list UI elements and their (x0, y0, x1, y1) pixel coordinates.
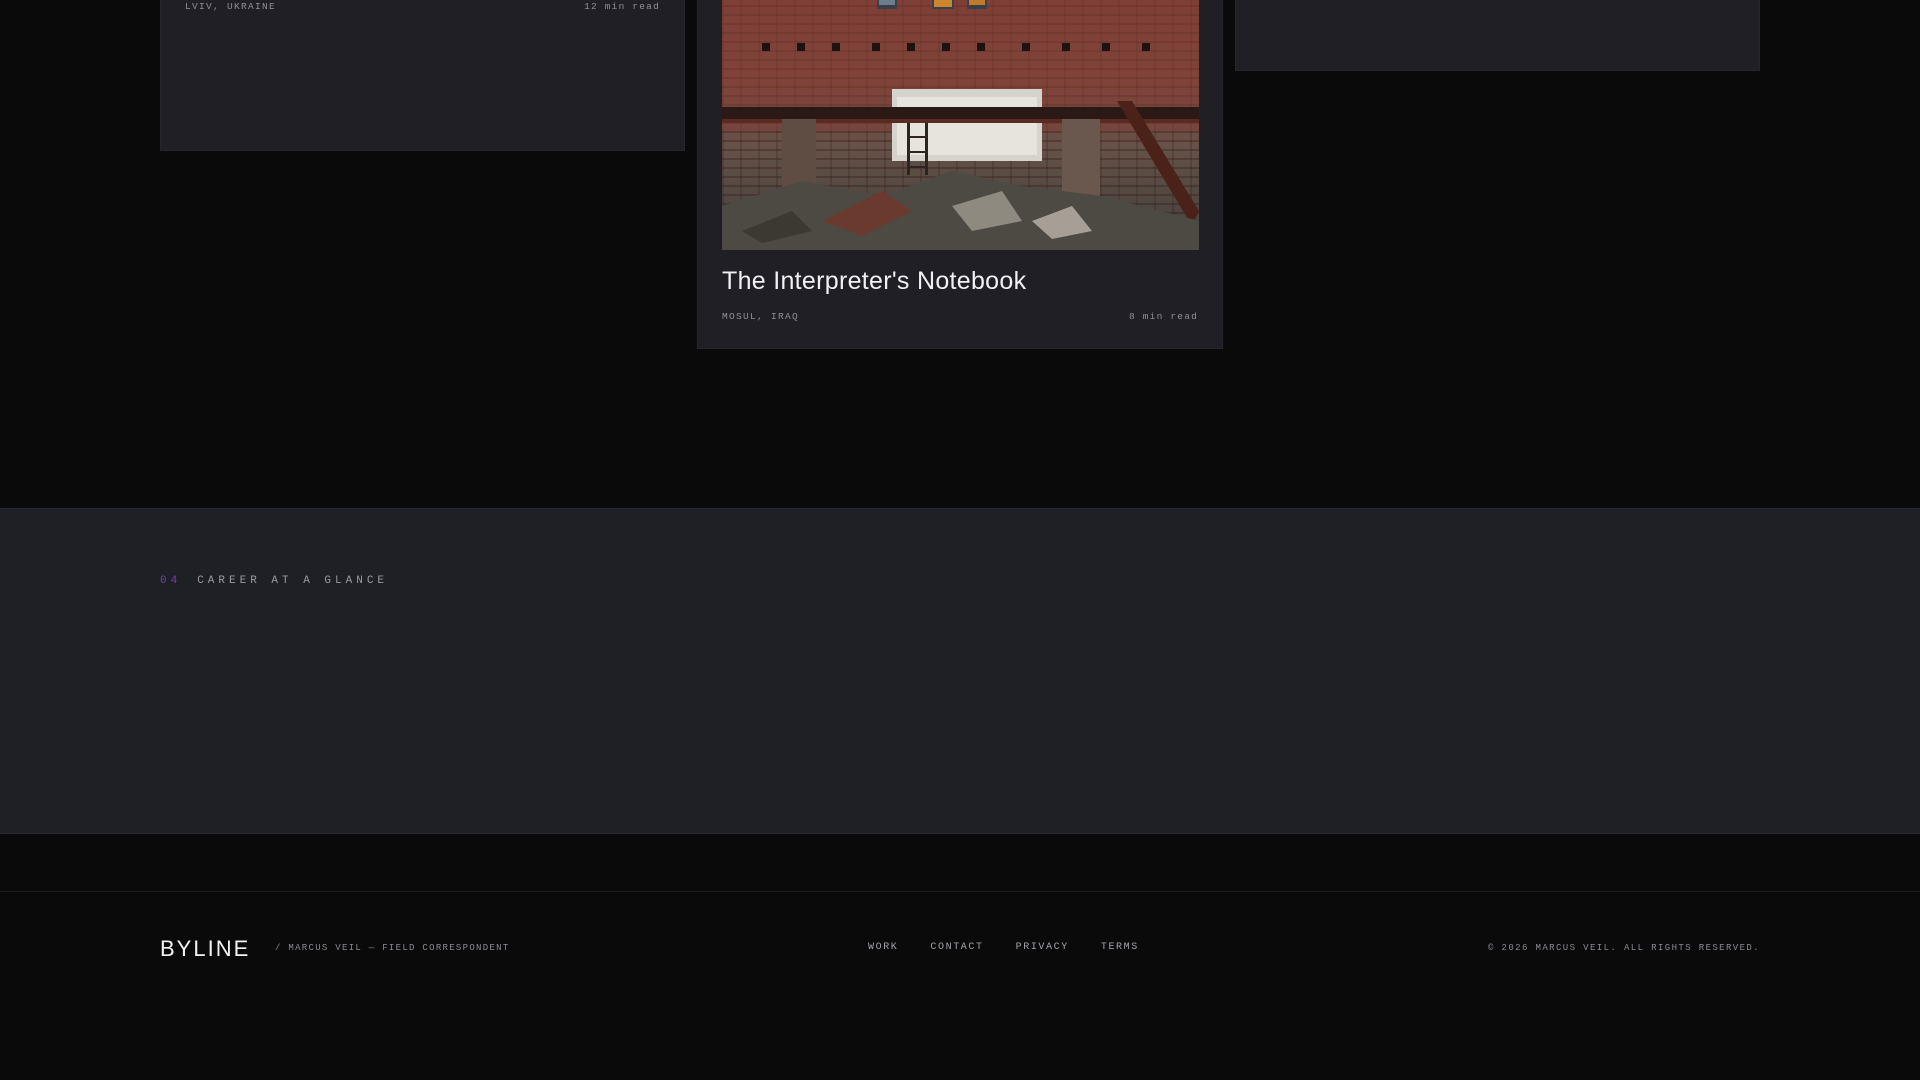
story-location: LVIV, UKRAINE (185, 1, 277, 12)
section-title: CAREER AT A GLANCE (197, 575, 389, 587)
story-read-time: 8 min read (1128, 311, 1198, 322)
page: LVIV, UKRAINE 12 min read The Interprete… (0, 0, 1920, 1080)
story-read-time: 12 min read (584, 1, 660, 12)
footer-link-work[interactable]: WORK (868, 942, 898, 953)
footer-copyright: © 2026 MARCUS VEIL. ALL RIGHTS RESERVED. (1487, 943, 1760, 953)
footer-link-contact[interactable]: CONTACT (930, 942, 983, 953)
footer-link-privacy[interactable]: PRIVACY (1016, 942, 1069, 953)
story-card-mosul[interactable]: The Interpreter's Notebook MOSUL, IRAQ 8… (697, 0, 1223, 349)
career-section: 04 CAREER AT A GLANCE (0, 508, 1920, 834)
story-card-lviv[interactable]: LVIV, UKRAINE 12 min read (160, 0, 685, 151)
ruined-building-image (722, 0, 1199, 250)
site-footer: BYLINE / MARCUS VEIL — FIELD CORRESPONDE… (0, 891, 1920, 1080)
footer-tagline: / MARCUS VEIL — FIELD CORRESPONDENT (275, 943, 510, 953)
story-title[interactable]: The Interpreter's Notebook (722, 267, 1026, 296)
story-location: MOSUL, IRAQ (722, 311, 800, 322)
story-meta: LVIV, UKRAINE 12 min read (185, 1, 660, 12)
section-number: 04 (160, 575, 182, 587)
footer-brand-logo[interactable]: BYLINE (160, 936, 250, 962)
story-photo[interactable] (722, 0, 1199, 250)
footer-link-terms[interactable]: TERMS (1101, 942, 1139, 953)
story-card-right[interactable] (1235, 0, 1760, 71)
footer-nav: WORK CONTACT PRIVACY TERMS (868, 942, 1139, 953)
section-label: 04 CAREER AT A GLANCE (160, 575, 388, 587)
story-meta: MOSUL, IRAQ 8 min read (722, 311, 1198, 322)
